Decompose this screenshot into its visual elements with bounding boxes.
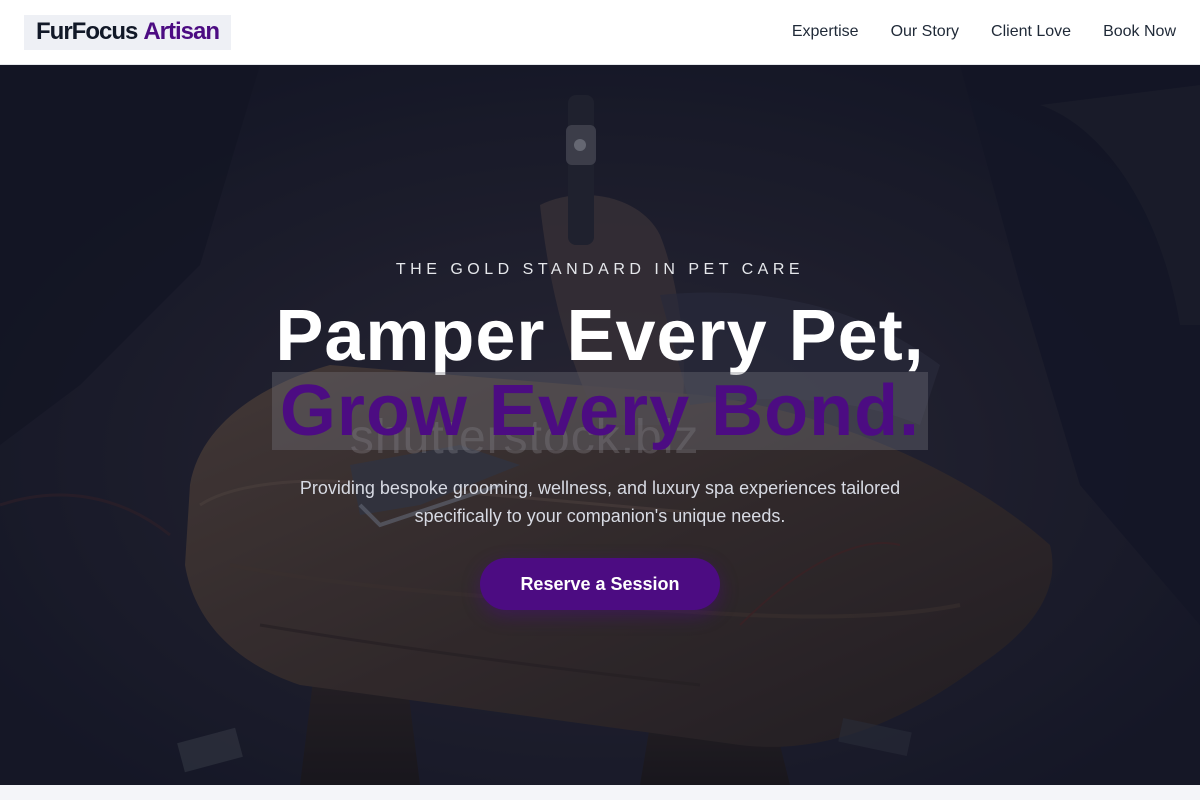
reserve-session-button[interactable]: Reserve a Session — [480, 558, 720, 610]
logo-accent: Artisan — [143, 18, 220, 45]
hero-eyebrow: THE GOLD STANDARD IN PET CARE — [395, 261, 805, 278]
nav-link-client-love[interactable]: Client Love — [991, 23, 1071, 41]
hero-title-line-2: Grow Every Bond. — [271, 372, 929, 450]
hero-title-line-1: Pamper Every Pet, — [275, 296, 925, 376]
hero-content: THE GOLD STANDARD IN PET CARE Pamper Eve… — [0, 65, 1200, 785]
nav-link-expertise[interactable]: Expertise — [792, 23, 859, 41]
logo-primary: FurFocus — [36, 18, 138, 45]
hero-section: THE GOLD STANDARD IN PET CARE Pamper Eve… — [0, 65, 1200, 785]
brand-logo[interactable]: FurFocus Artisan — [24, 14, 232, 50]
next-section-edge — [0, 785, 1200, 800]
nav-link-our-story[interactable]: Our Story — [891, 23, 959, 41]
hero-title-line-2-wrap: shutterstock.biz Grow Every Bond. — [271, 372, 929, 464]
nav-link-book-now[interactable]: Book Now — [1103, 23, 1176, 41]
hero-subtitle: Providing bespoke grooming, wellness, an… — [299, 478, 901, 526]
main-nav: Expertise Our Story Client Love Book Now — [792, 23, 1176, 41]
site-header: FurFocus Artisan Expertise Our Story Cli… — [0, 0, 1200, 65]
